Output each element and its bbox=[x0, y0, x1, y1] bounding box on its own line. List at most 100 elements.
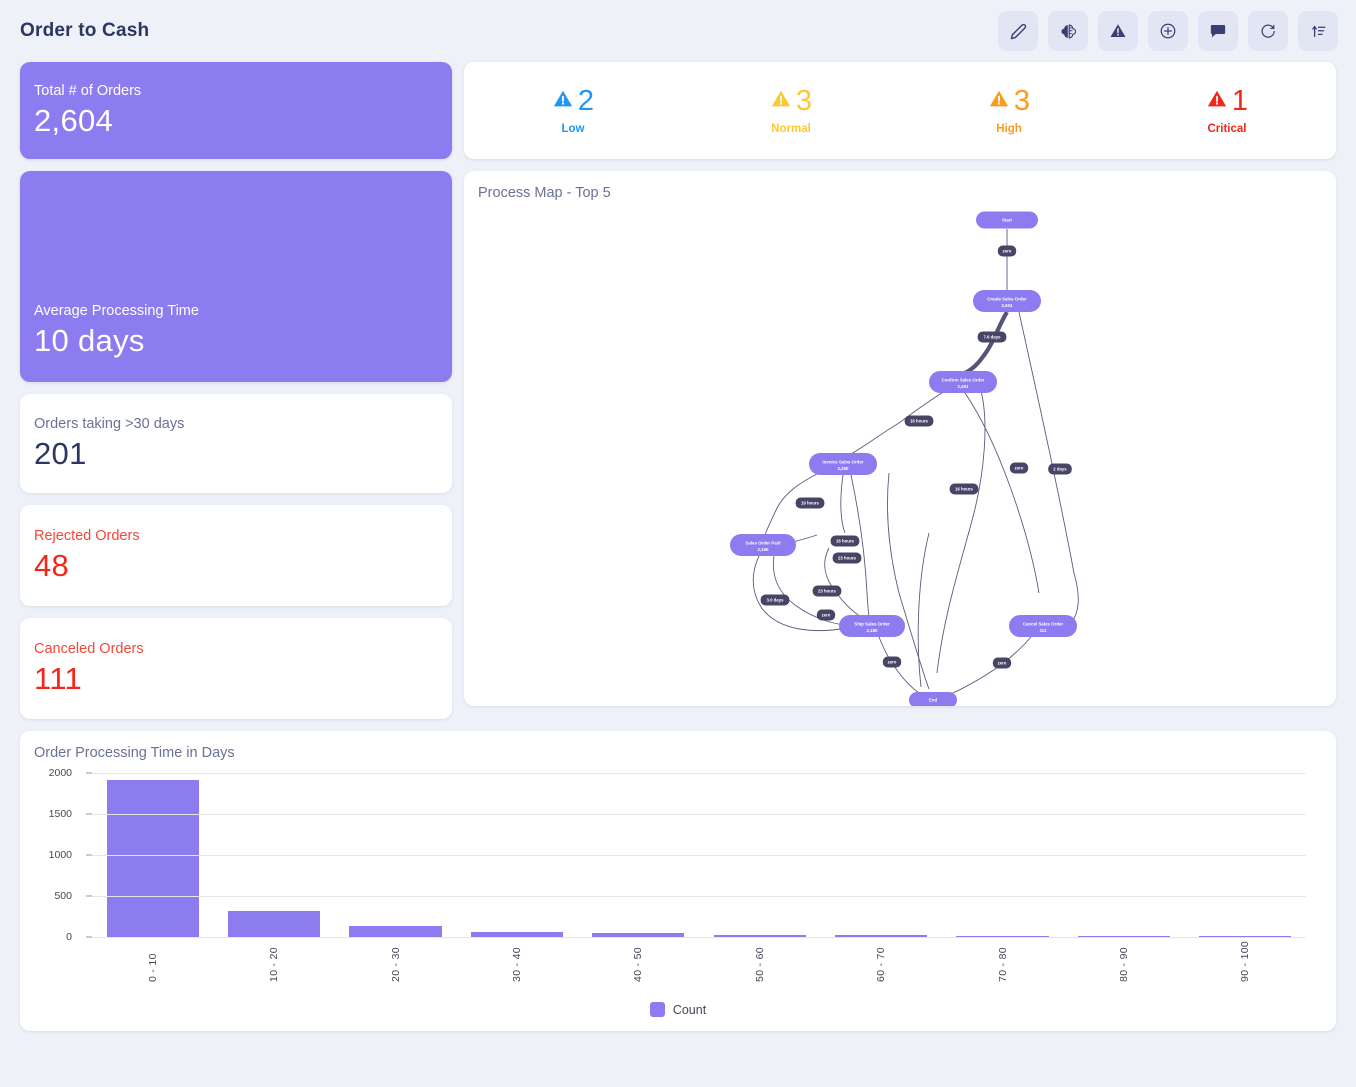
kpi-card-orders-over-30-days[interactable]: Orders taking >30 days 201 bbox=[20, 394, 452, 493]
alert-label: Critical bbox=[1207, 122, 1247, 135]
edit-icon bbox=[1010, 23, 1027, 40]
alert-item-critical[interactable]: 1 Critical bbox=[1118, 84, 1336, 135]
node-label: Ship Sales Order bbox=[854, 621, 890, 626]
bar[interactable] bbox=[227, 910, 321, 937]
kpi-card-average-processing-time[interactable]: Average Processing Time 10 days bbox=[20, 171, 452, 382]
process-node-ship[interactable]: Ship Sales Order 2,180 bbox=[839, 615, 905, 637]
kpi-column: Total # of Orders 2,604 Average Processi… bbox=[20, 62, 452, 719]
x-axis-tick-label: 0 - 10 bbox=[146, 953, 159, 982]
kpi-label: Orders taking >30 days bbox=[34, 416, 185, 433]
x-axis-tick-label: 70 - 80 bbox=[996, 947, 1009, 982]
edge-label: 19 hours bbox=[795, 497, 825, 509]
process-node-invoice[interactable]: Invoice Sales Order 2,260 bbox=[809, 453, 877, 475]
process-node-paid[interactable]: Sales Order Paid 2,160 bbox=[730, 534, 796, 556]
node-label: Invoice Sales Order bbox=[823, 459, 864, 464]
process-edge bbox=[840, 474, 846, 534]
process-map-card: Process Map - Top 5 Start Create Sales Or… bbox=[464, 171, 1336, 706]
sort-button[interactable] bbox=[1298, 11, 1338, 51]
alert-count: 3 bbox=[1013, 84, 1031, 117]
alert-item-normal[interactable]: 3 Normal bbox=[682, 84, 900, 135]
process-map-canvas[interactable]: Start Create Sales Order 2,604 Confirm Sale… bbox=[464, 171, 1336, 706]
alert-item-low[interactable]: 2 Low bbox=[464, 86, 682, 135]
gridline bbox=[92, 773, 1306, 774]
kpi-value: 2,604 bbox=[34, 103, 114, 139]
edit-button[interactable] bbox=[998, 11, 1038, 51]
node-label: End bbox=[929, 698, 938, 703]
y-axis-tick bbox=[86, 895, 92, 897]
alert-triangle-icon bbox=[1109, 22, 1127, 40]
alert-count: 1 bbox=[1231, 84, 1249, 117]
x-axis-tick-label: 30 - 40 bbox=[510, 947, 523, 982]
edge-label: zero bbox=[992, 657, 1012, 669]
kpi-card-rejected-orders[interactable]: Rejected Orders 48 bbox=[20, 505, 452, 606]
process-node-start[interactable]: Start bbox=[976, 211, 1038, 229]
x-axis-tick-label: 80 - 90 bbox=[1117, 947, 1130, 982]
alert-item-high[interactable]: 3 High bbox=[900, 84, 1118, 135]
page-title: Order to Cash bbox=[20, 20, 150, 41]
process-edge bbox=[917, 532, 930, 688]
x-axis-tick-label: 10 - 20 bbox=[268, 947, 281, 982]
process-map-graph[interactable]: Start Create Sales Order 2,604 Confirm Sale… bbox=[464, 171, 1336, 706]
node-count: 2,451 bbox=[958, 384, 970, 389]
kpi-value: 10 days bbox=[34, 323, 145, 359]
process-node-cancel[interactable]: Cancel Sales Order 111 bbox=[1009, 615, 1077, 637]
process-node-create[interactable]: Create Sales Order 2,604 bbox=[973, 290, 1041, 312]
edge-label: zero bbox=[997, 245, 1017, 257]
dashboard-board: Total # of Orders 2,604 Average Processi… bbox=[0, 62, 1356, 719]
edge-label: 7.6 days bbox=[977, 331, 1007, 343]
brain-icon bbox=[1060, 23, 1077, 40]
edge-label-text: 16 hours bbox=[910, 419, 929, 424]
bar[interactable] bbox=[106, 779, 199, 937]
node-count: 2,604 bbox=[1002, 303, 1014, 308]
y-axis-tick bbox=[86, 772, 92, 774]
gridline bbox=[92, 814, 1306, 815]
kpi-label: Canceled Orders bbox=[34, 641, 144, 658]
refresh-icon bbox=[1260, 23, 1277, 40]
alert-count: 3 bbox=[795, 84, 813, 117]
x-axis-tick-label: 50 - 60 bbox=[753, 947, 766, 982]
edge-label-text: zero bbox=[1003, 249, 1012, 254]
gridline bbox=[92, 937, 1306, 938]
alerts-button[interactable] bbox=[1098, 11, 1138, 51]
bar[interactable] bbox=[349, 925, 442, 937]
edge-label: zero bbox=[816, 609, 836, 621]
refresh-button[interactable] bbox=[1248, 11, 1288, 51]
process-node-end[interactable]: End bbox=[909, 692, 957, 706]
edge-label-text: zero bbox=[998, 661, 1007, 666]
x-axis-tick: 70 - 80 bbox=[942, 941, 1063, 982]
process-node-confirm[interactable]: Confirm Sales Order 2,451 bbox=[929, 371, 997, 393]
edge-label-text: zero bbox=[1015, 466, 1024, 471]
edge-label-text: 3.0 days bbox=[767, 598, 785, 603]
chart-plot-area: 0 500 1000 1500 2000 0 - 10 10 - 20 20 - 30 30 … bbox=[34, 767, 1306, 982]
edge-label: zero bbox=[1009, 462, 1029, 474]
legend-swatch bbox=[649, 1002, 665, 1017]
add-button[interactable] bbox=[1148, 11, 1188, 51]
y-axis-tick bbox=[86, 936, 92, 938]
x-axis-tick: 0 - 10 bbox=[92, 941, 213, 982]
x-axis-tick-label: 40 - 50 bbox=[632, 947, 645, 982]
y-axis-tick-label: 500 bbox=[54, 890, 72, 902]
chart-gridlines bbox=[86, 772, 1306, 938]
edge-label-text: 23 hours bbox=[838, 556, 857, 561]
kpi-card-canceled-orders[interactable]: Canceled Orders 111 bbox=[20, 618, 452, 719]
edge-label: 16 hours bbox=[904, 415, 934, 427]
node-label: Confirm Sales Order bbox=[942, 377, 985, 382]
y-axis-tick-label: 1000 bbox=[48, 849, 72, 861]
comments-button[interactable] bbox=[1198, 11, 1238, 51]
gridline bbox=[92, 896, 1306, 897]
insights-button[interactable] bbox=[1048, 11, 1088, 51]
x-axis: 0 - 10 10 - 20 20 - 30 30 - 40 40 - 50 50 - 6… bbox=[92, 941, 1306, 982]
x-axis-tick: 20 - 30 bbox=[335, 941, 456, 982]
x-axis-tick: 90 - 100 bbox=[1185, 941, 1306, 982]
node-label: Cancel Sales Order bbox=[1023, 621, 1064, 626]
node-label: Create Sales Order bbox=[987, 296, 1027, 301]
edge-label-text: 19 hours bbox=[801, 501, 820, 506]
edge-label: 2 days bbox=[1048, 463, 1072, 475]
edge-label: 16 hours bbox=[830, 535, 860, 547]
kpi-card-total-orders[interactable]: Total # of Orders 2,604 bbox=[20, 62, 452, 159]
comment-icon bbox=[1209, 22, 1227, 40]
kpi-label: Rejected Orders bbox=[34, 528, 140, 545]
edge-label: 16 hours bbox=[949, 483, 979, 495]
alert-label: Normal bbox=[771, 122, 811, 135]
kpi-value: 111 bbox=[34, 661, 83, 697]
